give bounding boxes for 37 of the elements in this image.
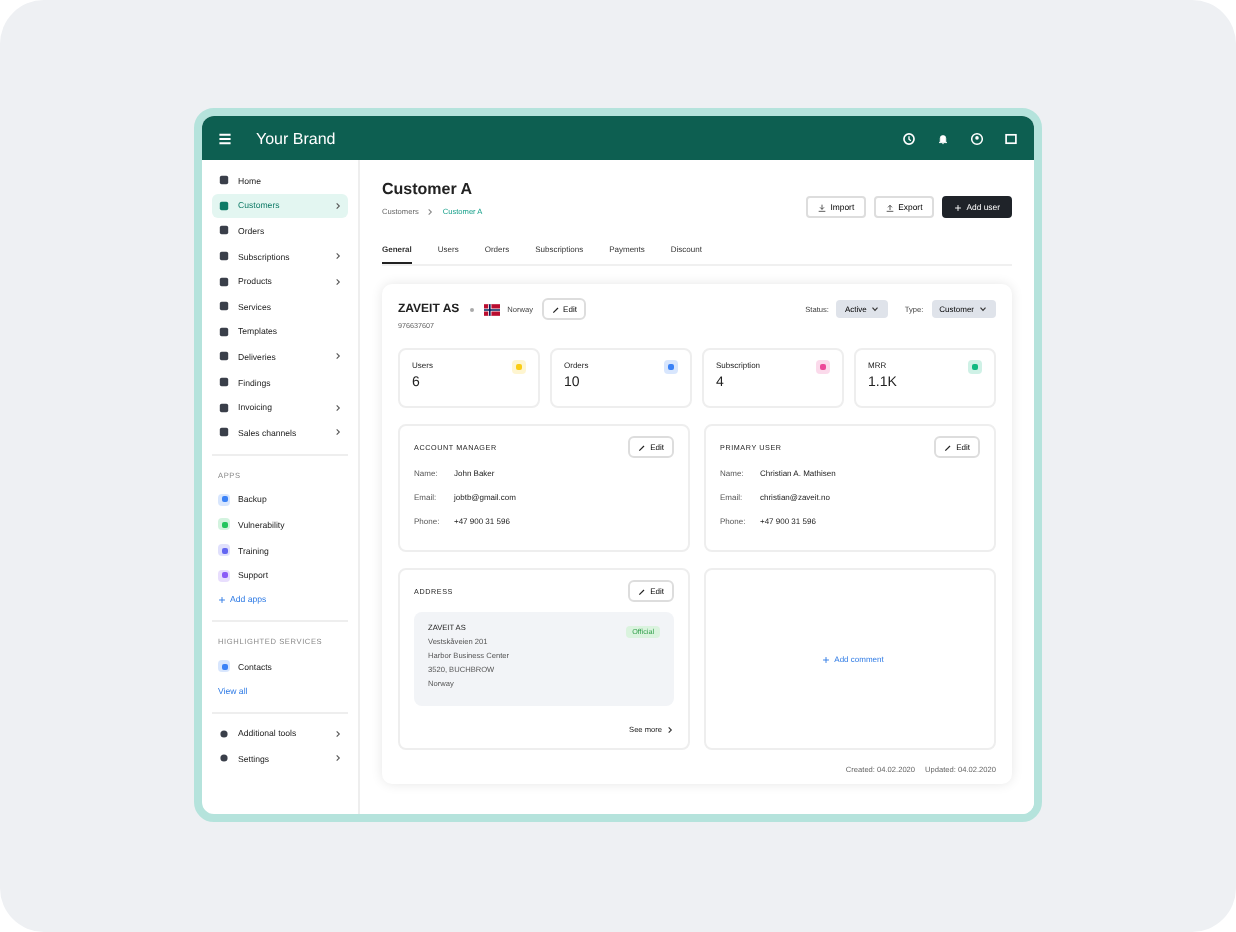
user-icon[interactable] bbox=[970, 131, 984, 145]
pencil-icon bbox=[638, 443, 647, 451]
chevron-icon bbox=[334, 428, 342, 437]
page-title: Customer A bbox=[382, 180, 475, 198]
app-icon bbox=[218, 518, 230, 531]
pencil-icon bbox=[638, 587, 647, 595]
menu-icon[interactable] bbox=[218, 131, 232, 145]
service-icon bbox=[218, 660, 230, 673]
stat-icon bbox=[816, 360, 830, 374]
brand-name: Your Brand bbox=[256, 129, 336, 147]
chevron-icon bbox=[334, 729, 342, 738]
plus-icon bbox=[822, 655, 831, 663]
chevron-icon bbox=[334, 403, 342, 412]
pencil-icon bbox=[551, 305, 560, 313]
stat-icon bbox=[968, 360, 982, 374]
chevron-icon bbox=[334, 277, 342, 286]
upload-icon bbox=[886, 203, 895, 211]
stat-icon bbox=[664, 360, 678, 374]
plus-icon bbox=[218, 595, 226, 604]
caret-icon bbox=[870, 304, 881, 314]
app-icon bbox=[218, 569, 230, 582]
flag-icon bbox=[483, 303, 500, 315]
app-icon bbox=[218, 493, 230, 506]
chevron-icon bbox=[334, 252, 342, 261]
chevron-icon bbox=[334, 201, 342, 210]
bell-icon[interactable] bbox=[936, 131, 950, 145]
pencil-icon bbox=[944, 443, 953, 451]
download-icon bbox=[818, 203, 827, 211]
app-icon bbox=[218, 544, 230, 557]
window-icon[interactable] bbox=[1004, 131, 1018, 145]
chevron-icon bbox=[334, 754, 342, 763]
clock-icon[interactable] bbox=[902, 131, 916, 145]
chevron-icon bbox=[334, 352, 342, 361]
plus-icon bbox=[954, 203, 963, 211]
chevron-icon bbox=[666, 726, 674, 734]
stat-icon bbox=[512, 360, 526, 374]
caret-icon bbox=[978, 304, 988, 314]
